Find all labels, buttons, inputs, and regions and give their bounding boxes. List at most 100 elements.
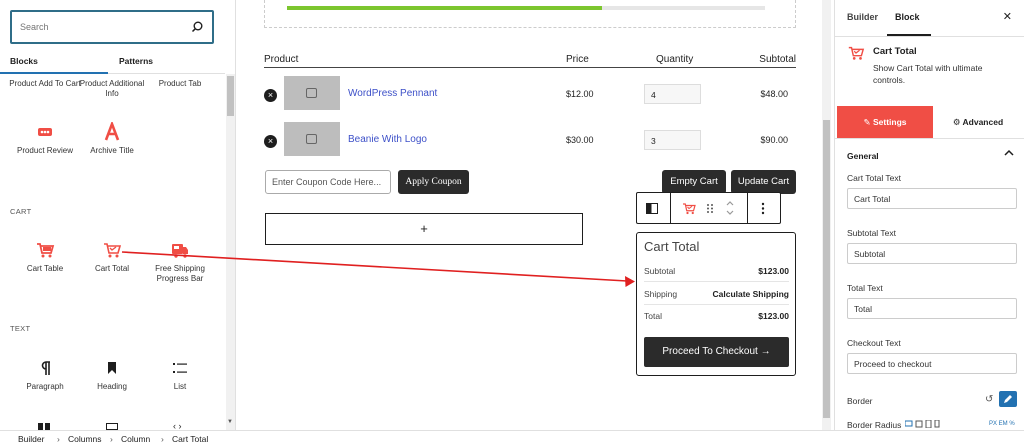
- archive-title-icon: [104, 122, 120, 141]
- tab-settings[interactable]: ✎ Settings: [837, 106, 933, 138]
- edit-border-button[interactable]: [999, 391, 1017, 407]
- block-heading[interactable]: Heading: [76, 358, 148, 392]
- tab-advanced-label: Advanced: [962, 117, 1004, 127]
- proceed-to-checkout-button[interactable]: Proceed To Checkout →: [644, 337, 789, 367]
- search-box[interactable]: [10, 10, 214, 44]
- add-block-button[interactable]: +: [265, 213, 583, 245]
- list-icon: [173, 363, 187, 373]
- block-label: Cart Table: [26, 264, 64, 273]
- block-label: Paragraph: [26, 382, 64, 391]
- empty-cart-button[interactable]: Empty Cart: [662, 170, 726, 194]
- block-label: Archive Title: [90, 146, 134, 155]
- block-inserter-panel: Blocks Patterns Product Add To Cart Prod…: [0, 0, 236, 430]
- remove-item-icon[interactable]: ×: [264, 135, 277, 148]
- drag-handle-icon[interactable]: [706, 203, 714, 214]
- block-list[interactable]: List: [144, 358, 216, 392]
- device-switcher-icon[interactable]: [905, 420, 945, 428]
- move-up-down-icon[interactable]: [725, 199, 735, 217]
- progress-fill: [287, 6, 603, 10]
- table-row: × Beanie With Logo $30.00 3 $90.00: [264, 122, 796, 158]
- breadcrumb-item[interactable]: Builder: [18, 434, 44, 444]
- free-shipping-progress-block[interactable]: [264, 0, 796, 28]
- unit-switcher[interactable]: PX EM %: [989, 421, 1015, 427]
- inserter-scroll-thumb[interactable]: [227, 76, 234, 116]
- image-placeholder-icon: [306, 134, 317, 144]
- image-placeholder-icon: [306, 88, 317, 98]
- breadcrumb-item[interactable]: Column: [121, 434, 150, 444]
- reset-icon[interactable]: ↺: [985, 394, 993, 405]
- tab-block[interactable]: Block: [895, 12, 920, 22]
- cart-total-text-field[interactable]: Cart Total: [847, 188, 1017, 209]
- tab-patterns[interactable]: Patterns: [119, 56, 153, 66]
- scroll-down-arrow-icon[interactable]: ▼: [227, 419, 233, 425]
- tab-settings-label: Settings: [872, 117, 907, 127]
- block-cart-total[interactable]: Cart Total: [76, 240, 148, 274]
- remove-item-icon[interactable]: ×: [264, 89, 277, 102]
- tab-builder[interactable]: Builder: [847, 12, 878, 22]
- chevron-up-icon[interactable]: [1004, 148, 1014, 158]
- row-subtotal: $48.00: [760, 89, 788, 99]
- quantity-input[interactable]: 4: [644, 84, 701, 104]
- cart-total-icon[interactable]: [681, 201, 697, 216]
- quantity-input[interactable]: 3: [644, 130, 701, 150]
- close-icon[interactable]: ✕: [1003, 10, 1012, 23]
- update-cart-button[interactable]: Update Cart: [731, 170, 796, 194]
- canvas-scroll-thumb[interactable]: [823, 120, 830, 418]
- coupon-input[interactable]: Enter Coupon Code Here...: [265, 170, 391, 194]
- advanced-gear-icon: ⚙: [952, 117, 961, 127]
- checkout-text-field[interactable]: Proceed to checkout: [847, 353, 1017, 374]
- block-product-add-to-cart[interactable]: Product Add To Cart: [9, 79, 81, 89]
- block-free-shipping-progress-bar[interactable]: Free Shipping Progress Bar: [144, 240, 216, 284]
- block-cart-table[interactable]: Cart Table: [9, 240, 81, 274]
- block-label: Heading: [97, 382, 127, 391]
- progress-track: [287, 6, 765, 10]
- pencil-icon: [1004, 395, 1012, 403]
- block-card-title: Cart Total: [873, 46, 917, 57]
- block-toolbar: [636, 192, 781, 224]
- divider: [835, 36, 1024, 37]
- settings-wrench-icon: ✎: [863, 117, 871, 127]
- editor-canvas: Product Price Quantity Subtotal × WordPr…: [236, 0, 826, 430]
- more-options-icon[interactable]: [761, 202, 765, 215]
- header-subtotal: Subtotal: [759, 54, 796, 65]
- block-label: Cart Total: [94, 264, 130, 273]
- block-label: Product Additional Info: [79, 79, 145, 98]
- subtotal-text-field[interactable]: Subtotal: [847, 243, 1017, 264]
- total-text-field[interactable]: Total: [847, 298, 1017, 319]
- divider: [644, 281, 789, 282]
- tab-advanced[interactable]: ⚙ Advanced: [933, 106, 1023, 138]
- table-row: × WordPress Pennant $12.00 4 $48.00: [264, 76, 796, 112]
- product-name-link[interactable]: WordPress Pennant: [348, 88, 437, 99]
- apply-coupon-button[interactable]: Apply Coupon: [398, 170, 469, 194]
- breadcrumb: Builder › Columns › Column › Cart Total: [0, 430, 1024, 446]
- breadcrumb-item[interactable]: Columns: [68, 434, 102, 444]
- general-panel-title[interactable]: General: [847, 151, 879, 161]
- subtotal-text-label: Subtotal Text: [847, 228, 896, 238]
- subtotal-row: Subtotal $123.00: [644, 266, 789, 276]
- block-archive-title[interactable]: Archive Title: [76, 122, 148, 156]
- product-name-link[interactable]: Beanie With Logo: [348, 134, 427, 145]
- parent-selector-icon[interactable]: [646, 203, 658, 214]
- block-paragraph[interactable]: Paragraph: [9, 358, 81, 392]
- tab-blocks[interactable]: Blocks: [10, 56, 38, 66]
- breadcrumb-item: Cart Total: [172, 434, 209, 444]
- breadcrumb-separator: ›: [110, 434, 113, 444]
- search-icon[interactable]: [190, 20, 204, 34]
- cart-total-block[interactable]: Cart Total Subtotal $123.00 Shipping Cal…: [636, 232, 796, 376]
- total-row: Total $123.00: [644, 311, 789, 321]
- inserter-scrollbar[interactable]: [226, 74, 235, 430]
- calculate-shipping-link[interactable]: Calculate Shipping: [712, 289, 789, 299]
- product-price: $30.00: [566, 135, 594, 145]
- shipping-bar-icon: [172, 244, 188, 258]
- subtotal-label: Subtotal: [644, 266, 676, 276]
- shipping-row: Shipping Calculate Shipping: [644, 289, 789, 299]
- block-product-review[interactable]: Product Review: [9, 122, 81, 156]
- row-subtotal: $90.00: [760, 135, 788, 145]
- shipping-label: Shipping: [644, 289, 678, 299]
- breadcrumb-separator: ›: [161, 434, 164, 444]
- toolbar-separator: [747, 193, 748, 223]
- block-product-additional-info[interactable]: Product Additional Info: [76, 79, 148, 99]
- block-product-tab[interactable]: Product Tab: [144, 79, 216, 89]
- cart-total-text-label: Cart Total Text: [847, 173, 902, 183]
- search-input[interactable]: [20, 20, 180, 34]
